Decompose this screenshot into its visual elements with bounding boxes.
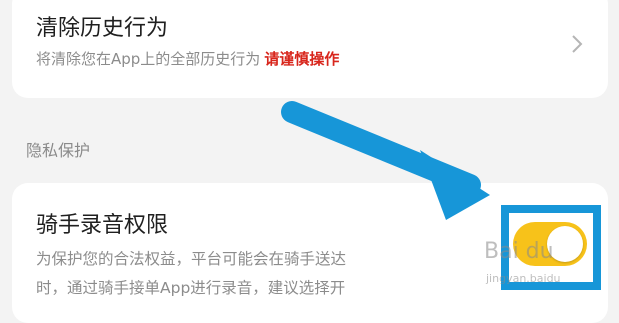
rider-recording-desc-line1: 为保护您的合法权益，平台可能会在骑手送达 [36,250,347,268]
chevron-right-icon [572,35,583,53]
rider-recording-description: 为保护您的合法权益，平台可能会在骑手送达 时，通过骑手接单App进行录音，建议选… [36,245,456,303]
clear-history-warning: 请谨慎操作 [264,50,340,68]
toggle-knob [547,226,583,262]
rider-recording-desc-line2: 时，通过骑手接单App进行录音，建议选择开 [36,279,346,297]
rider-recording-title: 骑手录音权限 [36,213,169,238]
clear-history-description: 将清除您在App上的全部历史行为 [36,50,261,68]
clear-history-card[interactable]: 清除历史行为 将清除您在App上的全部历史行为 请谨慎操作 [12,0,608,98]
privacy-section-label: 隐私保护 [26,141,91,160]
rider-recording-toggle[interactable] [513,222,587,266]
clear-history-title: 清除历史行为 [36,16,169,41]
clear-history-subtitle: 将清除您在App上的全部历史行为 请谨慎操作 [36,48,339,69]
